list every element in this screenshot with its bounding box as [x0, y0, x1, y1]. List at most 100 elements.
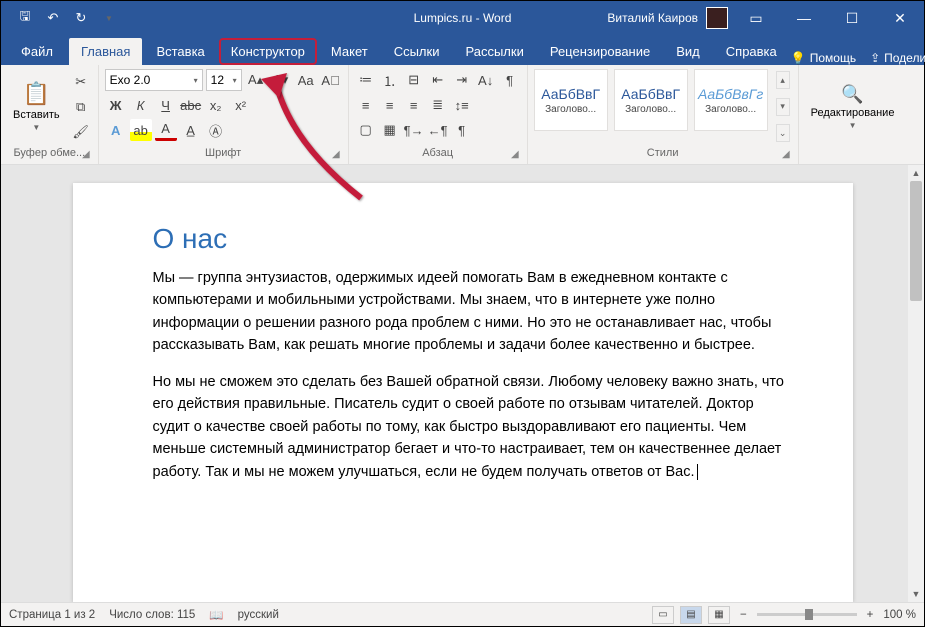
- character-shading-button[interactable]: A̲: [180, 119, 202, 141]
- web-layout-button[interactable]: ▦: [708, 606, 730, 624]
- subscript-button[interactable]: x₂: [205, 94, 227, 116]
- group-styles: АаБбВвГ Заголово... АаБбВвГ Заголово... …: [528, 65, 799, 164]
- text-effects-button[interactable]: A: [105, 119, 127, 141]
- close-button[interactable]: ✕: [880, 1, 920, 35]
- print-layout-button[interactable]: ▤: [680, 606, 702, 624]
- scroll-down-button[interactable]: ▼: [908, 586, 924, 602]
- ltr-button[interactable]: ¶→: [403, 119, 425, 141]
- align-left-button[interactable]: ≡: [355, 94, 377, 116]
- scroll-up-button[interactable]: ▲: [908, 165, 924, 181]
- quick-access-toolbar: 🖫 ↶ ↻ ▼: [13, 6, 121, 30]
- paste-button[interactable]: 📋 Вставить ▼: [7, 69, 66, 144]
- sort-button[interactable]: A↓: [475, 69, 497, 91]
- word-count[interactable]: Число слов: 115: [109, 609, 195, 621]
- tab-review[interactable]: Рецензирование: [538, 38, 662, 65]
- justify-button[interactable]: ≣: [427, 94, 449, 116]
- autosave-icon[interactable]: 🖫: [13, 6, 37, 30]
- font-name-select[interactable]: Exo 2.0▾: [105, 69, 203, 91]
- change-case-button[interactable]: Aa: [295, 69, 317, 91]
- clipboard-launcher[interactable]: ◢: [82, 146, 90, 164]
- copy-button[interactable]: ⧉: [70, 96, 92, 118]
- align-center-button[interactable]: ≡: [379, 94, 401, 116]
- bullets-button[interactable]: ≔: [355, 69, 377, 91]
- multilevel-button[interactable]: ⊟: [403, 69, 425, 91]
- decrease-indent-button[interactable]: ⇤: [427, 69, 449, 91]
- statusbar: Страница 1 из 2 Число слов: 115 📖 русски…: [1, 602, 924, 626]
- user-name[interactable]: Виталий Каиров: [607, 11, 698, 25]
- underline-button[interactable]: Ч: [155, 94, 177, 116]
- undo-icon[interactable]: ↶: [41, 6, 65, 30]
- avatar[interactable]: [706, 7, 728, 29]
- zoom-thumb[interactable]: [805, 609, 813, 620]
- tab-insert[interactable]: Вставка: [144, 38, 216, 65]
- highlight-button[interactable]: ab: [130, 119, 152, 141]
- read-mode-button[interactable]: ▭: [652, 606, 674, 624]
- superscript-button[interactable]: x²: [230, 94, 252, 116]
- paragraph: Мы — группа энтузиастов, одержимых идеей…: [153, 267, 793, 357]
- font-color-button[interactable]: A: [155, 119, 177, 141]
- increase-indent-button[interactable]: ⇥: [451, 69, 473, 91]
- tab-help[interactable]: Справка: [714, 38, 789, 65]
- numbering-button[interactable]: ⒈: [379, 69, 401, 91]
- zoom-in-button[interactable]: +: [863, 609, 878, 621]
- ribbon-display-icon[interactable]: ▭: [736, 1, 776, 35]
- bold-button[interactable]: Ж: [105, 94, 127, 116]
- page[interactable]: О нас Мы — группа энтузиастов, одержимых…: [73, 183, 853, 602]
- editing-button[interactable]: 🔍 Редактирование ▼: [805, 69, 901, 144]
- font-size-select[interactable]: 12▾: [206, 69, 242, 91]
- language-indicator[interactable]: русский: [238, 609, 279, 621]
- help-button[interactable]: 💡Помощь: [791, 51, 856, 65]
- search-icon: 🔍: [841, 84, 863, 105]
- style-item[interactable]: АаБбВвГ Заголово...: [534, 69, 608, 131]
- tab-layout[interactable]: Макет: [319, 38, 380, 65]
- show-marks-button[interactable]: ¶: [499, 69, 521, 91]
- style-item[interactable]: АаБбВвГ Заголово...: [614, 69, 688, 131]
- page-indicator[interactable]: Страница 1 из 2: [9, 609, 95, 621]
- ribbon-tabstrip: Файл Главная Вставка Конструктор Макет С…: [1, 35, 924, 65]
- share-button[interactable]: ⇪Поделиться: [870, 51, 925, 65]
- qat-customize-icon[interactable]: ▼: [97, 6, 121, 30]
- tab-references[interactable]: Ссылки: [382, 38, 452, 65]
- cut-button[interactable]: ✂: [70, 71, 92, 93]
- borders-button[interactable]: ▦: [379, 119, 401, 141]
- chevron-down-icon: ▼: [32, 123, 40, 132]
- grow-font-button[interactable]: A▴: [245, 69, 267, 91]
- clear-format-button[interactable]: A⃠: [320, 69, 342, 91]
- scroll-thumb[interactable]: [910, 181, 922, 301]
- tab-file[interactable]: Файл: [7, 38, 67, 65]
- zoom-slider[interactable]: [757, 613, 857, 616]
- styles-launcher[interactable]: ◢: [782, 146, 790, 164]
- zoom-out-button[interactable]: −: [736, 609, 751, 621]
- document-area[interactable]: О нас Мы — группа энтузиастов, одержимых…: [1, 165, 924, 602]
- tab-home[interactable]: Главная: [69, 38, 142, 65]
- pilcrow-button[interactable]: ¶: [451, 119, 473, 141]
- paragraph: Но мы не сможем это сделать без Вашей об…: [153, 371, 793, 483]
- redo-icon[interactable]: ↻: [69, 6, 93, 30]
- styles-up-button[interactable]: ▴: [776, 71, 790, 89]
- vertical-scrollbar[interactable]: ▲ ▼: [908, 165, 924, 602]
- line-spacing-button[interactable]: ↕≡: [451, 94, 473, 116]
- italic-button[interactable]: К: [130, 94, 152, 116]
- enclose-char-button[interactable]: Ⓐ: [205, 119, 227, 141]
- styles-more-button[interactable]: ⌄: [776, 124, 790, 142]
- zoom-level[interactable]: 100 %: [883, 609, 916, 621]
- window-title: Lumpics.ru - Word: [414, 11, 512, 25]
- shading-button[interactable]: ▢: [355, 119, 377, 141]
- tab-mailings[interactable]: Рассылки: [453, 38, 535, 65]
- tab-view[interactable]: Вид: [664, 38, 712, 65]
- shrink-font-button[interactable]: A▾: [270, 69, 292, 91]
- paragraph-launcher[interactable]: ◢: [511, 146, 519, 164]
- spellcheck-icon[interactable]: 📖: [209, 608, 223, 622]
- style-item[interactable]: АаБбВвГг Заголово...: [694, 69, 768, 131]
- maximize-button[interactable]: ☐: [832, 1, 872, 35]
- strikethrough-button[interactable]: abc: [180, 94, 202, 116]
- font-launcher[interactable]: ◢: [332, 146, 340, 164]
- format-painter-button[interactable]: 🖌: [70, 121, 92, 143]
- tab-design[interactable]: Конструктор: [219, 38, 317, 65]
- minimize-button[interactable]: —: [784, 1, 824, 35]
- align-right-button[interactable]: ≡: [403, 94, 425, 116]
- styles-down-button[interactable]: ▾: [776, 98, 790, 116]
- rtl-button[interactable]: ←¶: [427, 119, 449, 141]
- titlebar: 🖫 ↶ ↻ ▼ Lumpics.ru - Word Виталий Каиров…: [1, 1, 924, 35]
- share-icon: ⇪: [870, 51, 880, 65]
